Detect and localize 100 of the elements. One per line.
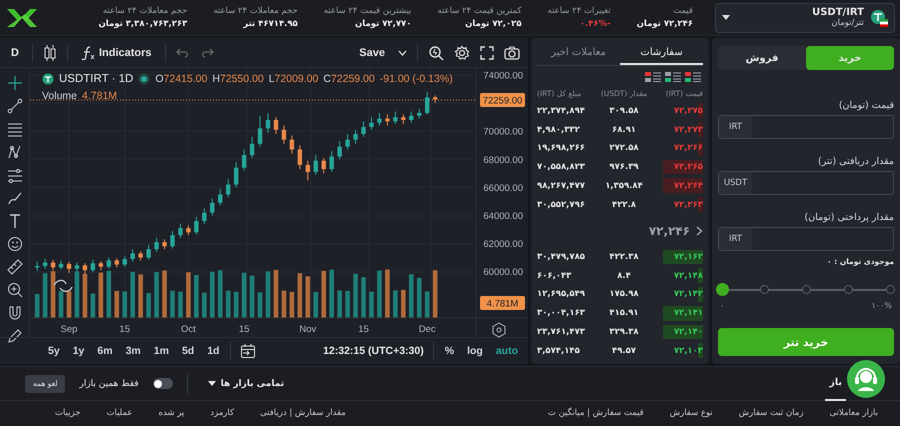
axis-label: 15 bbox=[238, 324, 250, 335]
axis-label: 15 bbox=[358, 324, 369, 335]
order-amount: ۳۲۹.۳۸ bbox=[608, 326, 640, 337]
slider-label: ۱۰۰% bbox=[872, 301, 892, 310]
order-total: ۳۰,۵۵۲,۷۹۶ bbox=[537, 200, 586, 210]
axis-label: Sep bbox=[60, 324, 78, 335]
axis-label: 64000.00 bbox=[483, 210, 523, 222]
input-field[interactable]: USDT bbox=[718, 171, 894, 195]
column-header: جزییات bbox=[55, 408, 81, 418]
axis-label: 74000.00 bbox=[483, 70, 523, 82]
order-amount: ۴۲۲.۸ bbox=[611, 200, 637, 210]
market-filter-dropdown[interactable]: تمامی بازار ها bbox=[202, 378, 290, 390]
column-header: عملیات bbox=[106, 408, 132, 418]
order-amount: ۱,۳۵۹.۸۴ bbox=[604, 180, 644, 191]
order-amount: ۴۹.۵۷ bbox=[611, 346, 637, 356]
volume-label: Volume bbox=[42, 90, 78, 102]
axis-label: 62000.00 bbox=[483, 239, 523, 250]
order-amount: ۸.۴ bbox=[616, 270, 632, 281]
axis-label: 66000.00 bbox=[483, 182, 523, 194]
range-button[interactable]: 1y bbox=[70, 344, 86, 358]
column-header: مقدار سفارش | دریافتی bbox=[260, 408, 346, 418]
stat-label: بیشترین قیمت ۲۴ ساعته bbox=[324, 6, 412, 16]
order-amount: ۴۱۵.۹۱ bbox=[608, 308, 640, 318]
order-price: ۷۲,۲۷۵ bbox=[672, 106, 703, 116]
order-total: ۳,۵۷۴,۱۴۵ bbox=[537, 346, 581, 356]
order-total: ۱۲,۶۹۵,۵۴۹ bbox=[537, 289, 586, 300]
scale-button[interactable]: % bbox=[442, 344, 456, 358]
order-amount: ۲۷۲.۵۸ bbox=[608, 143, 640, 154]
stat-label: حجم معاملات ۲۴ ساعته bbox=[102, 6, 188, 16]
axis-label: 68000.00 bbox=[483, 154, 523, 166]
interval-button[interactable]: D bbox=[8, 44, 22, 60]
order-price: ۷۲,۲۶۴ bbox=[672, 180, 703, 191]
order-price: ۷۲,۲۶۶ bbox=[672, 143, 703, 154]
price-change: -91.00 (-0.13%) bbox=[380, 73, 453, 85]
range-button[interactable]: 5d bbox=[180, 344, 196, 358]
tab[interactable]: فروش bbox=[718, 46, 806, 70]
range-button[interactable]: 6m bbox=[95, 344, 115, 358]
field-label: مقدار دریافتی (تتر) bbox=[817, 156, 894, 167]
axis-label: Dec bbox=[418, 324, 436, 335]
column-header: قیمت سفارش | میانگین ت bbox=[548, 408, 644, 418]
stat-value: ۷۲,۲۴۶ تومان bbox=[636, 19, 693, 29]
order-total: ۳۰,۴۷۹,۷۸۵ bbox=[537, 252, 586, 262]
ohlc-value: H72550.00 bbox=[212, 73, 264, 85]
order-price: ۷۲,۱۰۳ bbox=[672, 346, 703, 356]
order-amount: ۹۷۶.۳۹ bbox=[608, 162, 640, 172]
order-amount: ۱۷۵.۹۸ bbox=[608, 289, 640, 300]
currency-label: IRT bbox=[719, 228, 752, 250]
column-header: نوع سفارش bbox=[670, 408, 713, 418]
stat-value: ۴۶۷۱۴.۹۵ تتر bbox=[243, 19, 298, 29]
column-header: بازار معاملاتی bbox=[829, 408, 878, 418]
field-label: قیمت (تومان) bbox=[838, 100, 894, 111]
ohlc-value: C72259.00 bbox=[323, 73, 375, 85]
scale-button[interactable]: auto bbox=[494, 344, 520, 358]
input-field[interactable]: IRT bbox=[718, 115, 894, 139]
indicators-button[interactable]: Indicators bbox=[78, 44, 155, 62]
stat-value: -۰.۴۶% bbox=[580, 19, 611, 29]
order-price: ۷۲,۱۴۸ bbox=[672, 270, 703, 281]
column-header: زمان ثبت سفارش bbox=[738, 408, 804, 418]
range-button[interactable]: 5y bbox=[46, 344, 62, 358]
order-price: ۷۲,۱۴۱ bbox=[672, 308, 703, 318]
order-total: ۷۰,۵۵۸,۸۲۳ bbox=[537, 162, 586, 172]
column-header: پر شده bbox=[158, 408, 184, 418]
last-price: ۷۲,۲۴۶ bbox=[648, 224, 690, 238]
axis-label: Oct bbox=[181, 324, 196, 335]
slider-label: ۰ bbox=[720, 301, 724, 310]
stat-value: ۷۲,۰۲۵ تومان bbox=[465, 19, 522, 29]
order-price: ۷۲,۱۶۲ bbox=[672, 252, 703, 262]
order-total: ۶۰۶,۰۴۳ bbox=[537, 270, 572, 281]
range-button[interactable]: 1d bbox=[205, 344, 222, 358]
stat-label: کمترین قیمت ۲۴ ساعته bbox=[437, 6, 522, 16]
order-total: ۱۹,۶۹۸,۲۶۶ bbox=[537, 143, 586, 154]
stat-label: حجم معاملات ۲۴ ساعته bbox=[213, 6, 298, 16]
order-total: ۴,۹۸۰,۳۳۲ bbox=[537, 124, 581, 135]
order-price: ۷۲,۲۷۳ bbox=[672, 124, 703, 135]
currency-label: USDT bbox=[719, 172, 752, 194]
stat-value: ۷۲,۷۷۰ تومان bbox=[355, 19, 412, 29]
field-label: مقدار پرداختی (تومان) bbox=[804, 212, 894, 223]
ohlc-value: L72009.00 bbox=[268, 73, 318, 85]
axis-label: 60000.00 bbox=[483, 267, 523, 278]
stat-label: تغییرات ۲۴ ساعته bbox=[548, 6, 611, 16]
price-tag: 72259.00 bbox=[480, 93, 525, 107]
volume-tag: 4.781M bbox=[480, 296, 525, 310]
order-price: ۷۲,۲۶۵ bbox=[672, 162, 703, 172]
order-total: ۲۳,۷۶۱,۴۷۳ bbox=[537, 326, 586, 337]
ohlc-value: O72415.00 bbox=[155, 73, 208, 85]
stat-value: ۳,۳۸۰,۷۶۳,۲۶۳ تومان bbox=[98, 19, 188, 29]
axis-label: 15 bbox=[119, 324, 130, 335]
range-button[interactable]: 3m bbox=[124, 344, 143, 358]
save-button[interactable]: Save bbox=[356, 44, 388, 60]
input-field[interactable]: IRT bbox=[718, 227, 894, 251]
clock-time: 12:32:15 (UTC+3:30) bbox=[323, 345, 424, 357]
order-total: ۳۰,۰۰۴,۱۶۳ bbox=[537, 308, 586, 318]
currency-label: IRT bbox=[719, 116, 752, 138]
tab[interactable]: سفارشات bbox=[620, 42, 703, 65]
scale-button[interactable]: log bbox=[465, 344, 485, 358]
stat-label: قیمت bbox=[673, 6, 693, 16]
range-button[interactable]: 1m bbox=[152, 344, 171, 358]
tab[interactable]: معاملات اخیر bbox=[537, 42, 620, 65]
axis-label: Nov bbox=[299, 324, 316, 335]
order-amount: ۳۰۹.۵۸ bbox=[608, 106, 640, 116]
